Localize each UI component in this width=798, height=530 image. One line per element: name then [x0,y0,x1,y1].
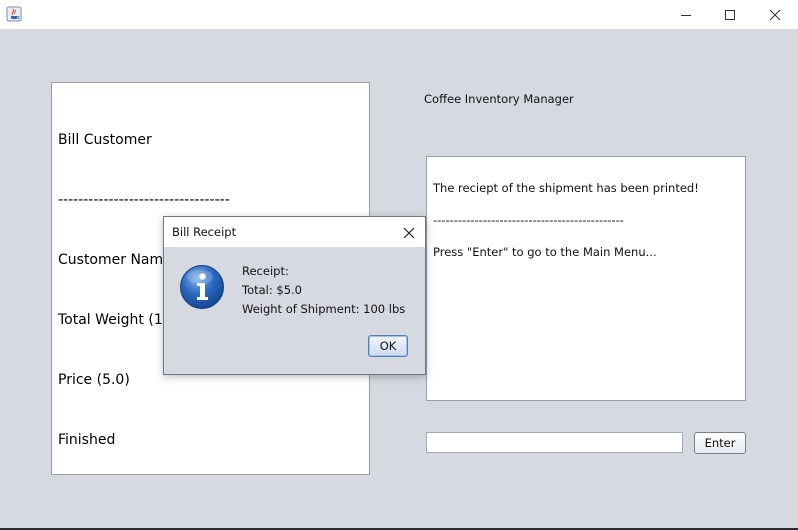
main-window: Bill Customer --------------------------… [0,0,798,530]
enter-button[interactable]: Enter [694,432,746,454]
minimize-button[interactable] [663,0,709,29]
close-icon [403,227,415,239]
app-title-label: Coffee Inventory Manager [424,92,574,106]
dialog-title-bar[interactable]: Bill Receipt [164,217,425,247]
output-line: ----------------------------------------… [433,213,624,227]
output-line: The reciept of the shipment has been pri… [433,181,699,195]
minimize-icon [681,14,691,16]
bill-receipt-dialog: Bill Receipt Receipt: Total: $5.0 Weight… [163,216,426,375]
bill-log-line: Finished [58,432,116,448]
receipt-line: Receipt: [242,264,289,278]
dialog-close-button[interactable] [402,225,416,239]
title-bar[interactable] [0,0,798,29]
receipt-line: Total: $5.0 [242,283,302,297]
bill-log-line: ---------------------------------- [58,192,230,208]
maximize-icon [725,9,735,20]
maximize-button[interactable] [707,0,753,29]
ok-button[interactable]: OK [368,335,408,357]
close-button[interactable] [752,0,798,29]
output-line: Press "Enter" to go to the Main Menu... [433,245,657,259]
close-icon [769,9,781,20]
receipt-line: Weight of Shipment: 100 lbs [242,302,406,316]
java-cup-icon [6,6,22,22]
output-text-area[interactable]: The reciept of the shipment has been pri… [426,156,746,401]
dialog-title: Bill Receipt [172,225,237,239]
bill-log-line: Bill Customer [58,132,152,148]
info-icon [179,264,225,310]
command-input[interactable] [426,432,683,453]
